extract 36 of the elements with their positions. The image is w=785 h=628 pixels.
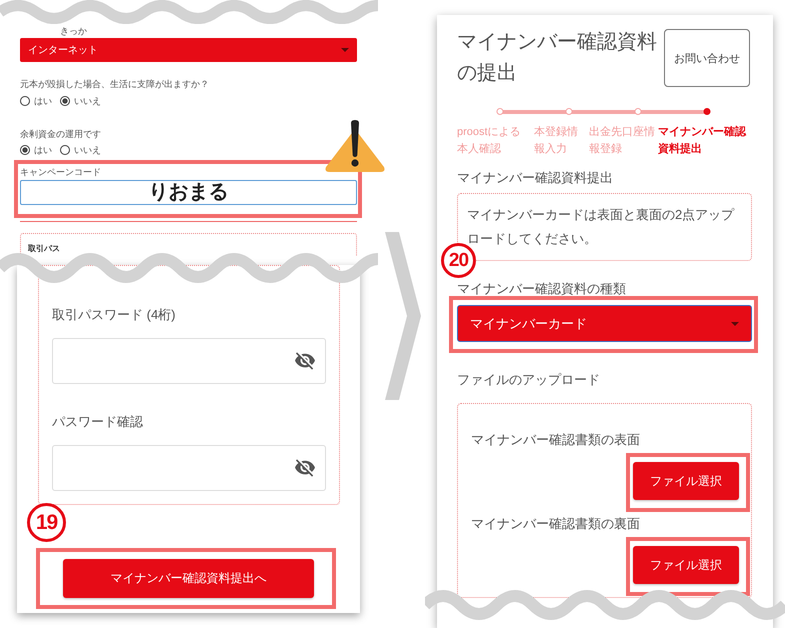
chevron-right-icon <box>385 232 421 400</box>
radio-option[interactable]: いいえ <box>60 144 101 156</box>
eye-slash-icon[interactable] <box>295 459 315 477</box>
field-label: マイナンバー確認書類の裏面 <box>471 516 640 532</box>
dropdown[interactable]: マイナンバーカード <box>457 305 752 342</box>
file-select-button[interactable]: ファイル選択 <box>633 462 739 500</box>
submit-button[interactable]: マイナンバー確認資料提出へ <box>63 559 314 598</box>
password-field[interactable] <box>52 338 326 384</box>
password-field[interactable] <box>52 445 326 491</box>
field-label: パスワード確認 <box>52 414 143 430</box>
file-select-button[interactable]: ファイル選択 <box>633 546 739 584</box>
radio-option[interactable]: はい <box>20 144 52 156</box>
step-label: proostによる本人確認 <box>457 125 522 157</box>
field-label: マイナンバー確認書類の表面 <box>471 432 640 448</box>
section-title: マイナンバー確認資料提出 <box>457 170 613 186</box>
caret-icon <box>731 322 739 326</box>
section-title: ファイルのアップロード <box>457 372 600 388</box>
caret-icon <box>341 48 349 52</box>
radio-option[interactable]: いいえ <box>60 95 101 107</box>
step-label: 出金先口座情報登録 <box>589 124 656 157</box>
step-label: 本登録情報入力 <box>534 125 579 157</box>
question-label: 余剰資金の運用です <box>20 128 101 140</box>
field-label: マイナンバー確認資料の種類 <box>457 281 626 296</box>
question-label: 元本が毀損した場合、生活に支障が出ますか？ <box>20 78 209 90</box>
field-label: 取引パスワード (4桁) <box>52 307 176 323</box>
contact-button[interactable]: お問い合わせ <box>664 29 750 87</box>
field-label: 取引パス <box>28 244 60 254</box>
page-title: マイナンバー確認資料の提出 <box>457 30 658 86</box>
eye-slash-icon[interactable] <box>295 352 315 370</box>
radio-option[interactable]: はい <box>20 95 52 107</box>
step-label: マイナンバー確認資料提出 <box>658 124 748 157</box>
warning-icon <box>325 120 385 172</box>
field-label: きっか <box>60 26 87 36</box>
dropdown[interactable]: インターネット <box>20 38 357 62</box>
field-label: キャンペーンコード <box>20 167 101 177</box>
campaign-code-field[interactable]: りおまる <box>20 180 357 205</box>
